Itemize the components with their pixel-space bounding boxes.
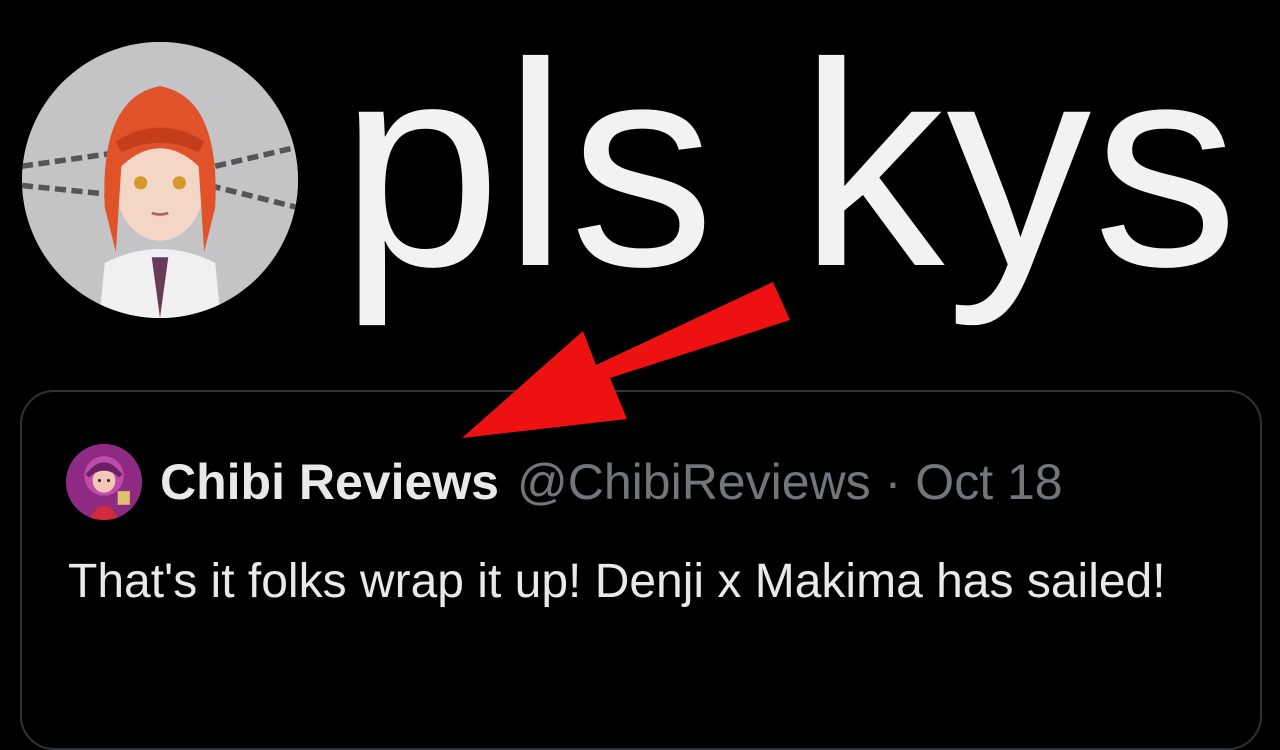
reply-text: pls kys	[340, 3, 1241, 327]
quoted-tweet-card[interactable]: Chibi Reviews @ChibiReviews · Oct 18 Tha…	[20, 390, 1262, 750]
quoted-display-name[interactable]: Chibi Reviews	[160, 453, 499, 511]
quoted-tweet-header: Chibi Reviews @ChibiReviews · Oct 18	[66, 442, 1063, 522]
chibi-character-avatar-icon	[66, 444, 142, 520]
red-haired-character-avatar-icon	[22, 42, 298, 318]
reply-avatar[interactable]	[22, 42, 298, 318]
separator-dot: ·	[884, 454, 902, 510]
quoted-tweet-body: That's it folks wrap it up! Denji x Maki…	[68, 555, 1166, 608]
quoted-handle[interactable]: @ChibiReviews	[517, 453, 871, 511]
quoted-avatar[interactable]	[66, 444, 142, 520]
quoted-date[interactable]: Oct 18	[915, 453, 1062, 511]
